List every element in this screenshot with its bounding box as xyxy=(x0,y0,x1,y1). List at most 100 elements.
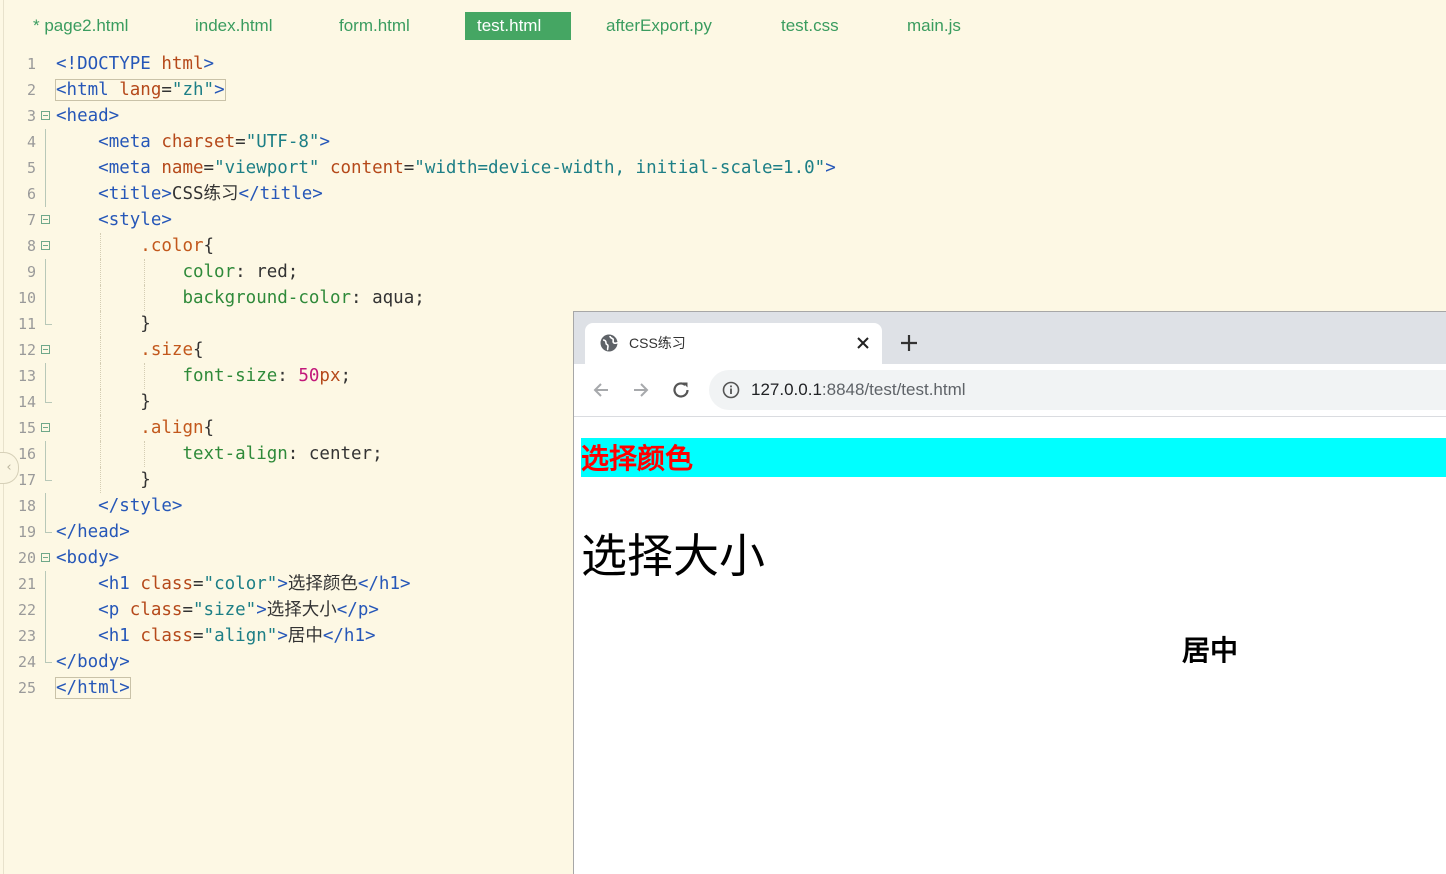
matched-tag-highlight: </html> xyxy=(55,677,131,699)
info-icon[interactable] xyxy=(722,381,740,399)
code-line[interactable]: 6 <title>CSS练习</title> xyxy=(0,181,575,207)
code-line[interactable]: 20 <body> xyxy=(0,545,575,571)
code-line[interactable]: 24 </body> xyxy=(0,649,575,675)
address-bar[interactable]: 127.0.0.1:8848/test/test.html xyxy=(709,370,1446,410)
code-line[interactable]: 19 </head> xyxy=(0,519,575,545)
code-token: font-size xyxy=(182,366,278,386)
fold-toggle-icon[interactable] xyxy=(41,215,50,224)
code-line[interactable]: 17 } xyxy=(0,467,575,493)
reload-icon[interactable] xyxy=(670,379,692,401)
fold-toggle-icon[interactable] xyxy=(41,423,50,432)
url-text: 127.0.0.1:8848/test/test.html xyxy=(751,370,966,410)
tab-page2-html[interactable]: * page2.html xyxy=(33,12,128,40)
paragraph-size: 选择大小 xyxy=(581,529,765,583)
code-line[interactable]: 12 .size{ xyxy=(0,337,575,363)
code-text: } xyxy=(56,311,151,337)
browser-tab[interactable]: CSS练习 xyxy=(585,323,882,364)
code-editor[interactable]: 1 <!DOCTYPE html> 2 <html lang="zh"> 3 <head>… xyxy=(0,51,836,701)
code-token: "align" xyxy=(203,626,278,646)
tab-index-html[interactable]: index.html xyxy=(195,12,272,40)
code-token: > xyxy=(277,574,288,594)
fold-range-line xyxy=(45,441,46,467)
code-token: > xyxy=(277,626,288,646)
code-token: </html> xyxy=(56,678,130,698)
code-token: = xyxy=(235,132,246,152)
tab-test-html[interactable]: test.html xyxy=(465,12,572,40)
fold-toggle-icon[interactable] xyxy=(41,345,50,354)
tab-main-js[interactable]: main.js xyxy=(907,12,961,40)
fold-end-marker xyxy=(45,519,52,533)
fold-toggle-icon[interactable] xyxy=(41,111,50,120)
code-text: <style> xyxy=(56,207,172,233)
code-text: font-size: 50px; xyxy=(56,363,351,389)
code-token: text-align xyxy=(182,444,288,464)
code-line[interactable]: 14 } xyxy=(0,389,575,415)
code-line[interactable]: 1 <!DOCTYPE html> xyxy=(0,51,575,77)
code-line[interactable]: 3 <head> xyxy=(0,103,575,129)
code-line[interactable]: 22 <p class="size">选择大小</p> xyxy=(0,597,575,623)
fold-range-line xyxy=(45,181,46,207)
code-line[interactable]: 4 <meta charset="UTF-8"> xyxy=(0,129,575,155)
code-line[interactable]: 23 <h1 class="align">居中</h1> xyxy=(0,623,575,649)
forward-arrow-icon[interactable] xyxy=(630,379,652,401)
line-number: 22 xyxy=(17,601,36,619)
fold-end-marker xyxy=(45,649,52,663)
code-line[interactable]: 11 } xyxy=(0,311,575,337)
code-line[interactable]: 10 background-color: aqua; xyxy=(0,285,575,311)
code-line[interactable]: 18 </style> xyxy=(0,493,575,519)
code-text: .align{ xyxy=(56,415,214,441)
line-number: 24 xyxy=(17,653,36,671)
code-token: { xyxy=(203,236,215,256)
code-token: class xyxy=(140,626,193,646)
close-icon[interactable] xyxy=(854,334,872,352)
code-line[interactable]: 25 </html> xyxy=(0,675,575,701)
line-number: 15 xyxy=(17,419,36,437)
browser-titlebar: CSS练习 xyxy=(574,312,1446,364)
code-line[interactable]: 21 <h1 class="color">选择颜色</h1> xyxy=(0,571,575,597)
tab-form-html[interactable]: form.html xyxy=(339,12,410,40)
code-line[interactable]: 7 <style> xyxy=(0,207,575,233)
code-token: lang xyxy=(119,80,162,100)
back-arrow-icon[interactable] xyxy=(590,379,612,401)
code-line[interactable]: 8 .color{ xyxy=(0,233,575,259)
page-viewport: 选择颜色 选择大小 居中 xyxy=(574,417,1446,874)
fold-range-line xyxy=(45,493,46,519)
fold-toggle-icon[interactable] xyxy=(41,553,50,562)
code-token: = xyxy=(203,158,215,178)
code-line[interactable]: 9 color: red; xyxy=(0,259,575,285)
code-text: </html> xyxy=(55,675,131,701)
code-line[interactable]: 5 <meta name="viewport" content="width=d… xyxy=(0,155,836,181)
line-number: 7 xyxy=(26,211,36,229)
line-number: 20 xyxy=(17,549,36,567)
fold-range-line xyxy=(45,129,46,155)
code-token: = xyxy=(182,600,193,620)
code-token: .align xyxy=(140,418,204,438)
code-text: .color{ xyxy=(56,233,214,259)
code-token: } xyxy=(56,314,151,334)
code-line[interactable]: 15 .align{ xyxy=(0,415,575,441)
fold-range-line xyxy=(45,597,46,623)
new-tab-plus-icon[interactable] xyxy=(898,332,920,354)
fold-end-marker xyxy=(45,467,52,481)
code-line[interactable]: 13 font-size: 50px; xyxy=(0,363,575,389)
code-line[interactable]: 2 <html lang="zh"> xyxy=(0,77,575,103)
browser-toolbar: 127.0.0.1:8848/test/test.html xyxy=(574,364,1446,417)
code-text: background-color: aqua; xyxy=(56,285,424,311)
code-token: 选择大小 xyxy=(266,600,337,620)
fold-toggle-icon[interactable] xyxy=(41,241,50,250)
code-text: <title>CSS练习</title> xyxy=(56,181,323,207)
tab-afterexport-py[interactable]: afterExport.py xyxy=(606,12,712,40)
code-line[interactable]: 16 text-align: center; xyxy=(0,441,575,467)
code-text: text-align: center; xyxy=(56,441,382,467)
tab-test-css[interactable]: test.css xyxy=(781,12,839,40)
globe-icon xyxy=(600,334,619,352)
code-token: } xyxy=(56,470,151,490)
